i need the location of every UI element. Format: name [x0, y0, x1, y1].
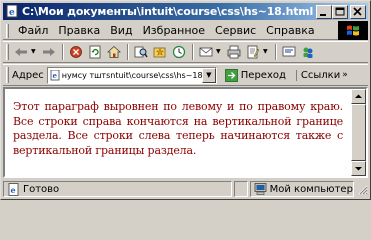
browser-window: e C:\Мои документы\intuit\course\css\hs~… [0, 0, 371, 200]
status-pane-empty [233, 181, 248, 197]
page-done-icon: e [8, 182, 19, 196]
my-computer-icon [254, 183, 267, 195]
address-label: Адрес [12, 69, 44, 81]
menu-bar: Файл Правка Вид Избранное Сервис Справка [3, 21, 368, 40]
page-icon: e [50, 69, 60, 80]
address-grip[interactable] [6, 67, 9, 83]
menu-view[interactable]: Вид [105, 24, 137, 37]
svg-text:e: e [9, 8, 15, 18]
title-bar[interactable]: e C:\Мои документы\intuit\course\css\hs~… [3, 3, 368, 20]
menu-edit[interactable]: Правка [53, 24, 105, 37]
menu-file[interactable]: Файл [13, 24, 53, 37]
scroll-thumb[interactable] [351, 104, 366, 161]
maximize-button[interactable] [332, 4, 348, 19]
mail-icon[interactable] [197, 43, 215, 61]
page-content: Этот параграф выровнен по левому и по пр… [5, 89, 351, 176]
messenger-icon[interactable] [299, 43, 317, 61]
address-bar: Адрес e нумсу тштsntuit\course\css\hs~18… [3, 64, 368, 86]
edit-icon[interactable] [244, 43, 262, 61]
toolbar-separator [275, 44, 277, 60]
menu-grip[interactable] [6, 23, 9, 38]
standard-toolbar: ▼ ▼ ▼ [3, 41, 368, 63]
svg-text:e: e [52, 71, 57, 80]
minimize-button[interactable] [316, 4, 332, 19]
justified-paragraph: Этот параграф выровнен по левому и по пр… [13, 100, 343, 157]
print-icon[interactable] [225, 43, 243, 61]
status-bar: e Готово Мой компьютер [3, 180, 368, 198]
toolbar-separator [192, 44, 194, 60]
search-icon[interactable] [132, 43, 150, 61]
address-value: нумсу тштsntuit\course\css\hs~18.html [61, 70, 202, 80]
mail-dropdown-icon[interactable]: ▼ [216, 43, 223, 61]
resize-grip-icon[interactable] [356, 183, 368, 195]
svg-text:e: e [11, 185, 16, 195]
menu-help[interactable]: Справка [261, 24, 319, 37]
address-dropdown-icon[interactable]: ▼ [201, 67, 216, 83]
stop-icon[interactable] [67, 43, 85, 61]
forward-arrow-icon[interactable] [40, 43, 58, 61]
menu-favorites[interactable]: Избранное [138, 24, 210, 37]
go-label: Переход [240, 69, 286, 81]
links-label: Ссылки [300, 69, 341, 81]
status-zone-pane: Мой компьютер [249, 181, 355, 197]
go-arrow-icon [224, 68, 238, 82]
address-input[interactable]: e нумсу тштsntuit\course\css\hs~18.html … [46, 66, 217, 84]
arrow-up-icon [355, 94, 362, 98]
ie-page-icon: e [5, 5, 19, 19]
status-text: Готово [23, 183, 60, 195]
back-dropdown-icon[interactable]: ▼ [31, 43, 38, 61]
home-icon[interactable] [105, 43, 123, 61]
links-button[interactable]: Ссылки » [295, 69, 348, 81]
toolbar-separator [127, 44, 129, 60]
scroll-down-button[interactable] [351, 161, 366, 176]
edit-dropdown-icon[interactable]: ▼ [263, 43, 270, 61]
menu-tools[interactable]: Сервис [210, 24, 261, 37]
history-icon[interactable] [170, 43, 188, 61]
refresh-icon[interactable] [86, 43, 104, 61]
toolbar-grip[interactable] [6, 44, 9, 60]
close-button[interactable] [350, 4, 366, 19]
arrow-down-icon [355, 167, 362, 171]
window-title: C:\Мои документы\intuit\course\css\hs~18… [22, 5, 316, 18]
back-arrow-icon[interactable] [12, 43, 30, 61]
windows-logo-icon [338, 21, 368, 40]
go-button[interactable]: Переход [224, 68, 286, 82]
vertical-scrollbar[interactable] [351, 89, 366, 176]
discuss-icon[interactable] [280, 43, 298, 61]
zone-text: Мой компьютер [269, 183, 353, 195]
page-viewport[interactable]: Этот параграф выровнен по левому и по пр… [3, 87, 368, 178]
status-main-pane: e Готово [3, 181, 232, 197]
chevron-right-icon: » [342, 70, 348, 80]
favorites-icon[interactable] [151, 43, 169, 61]
scroll-up-button[interactable] [351, 89, 366, 104]
toolbar-separator [62, 44, 64, 60]
